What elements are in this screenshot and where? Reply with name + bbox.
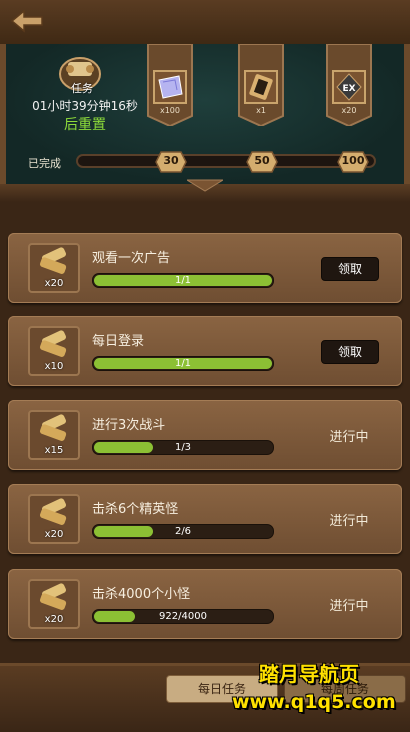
task-progress-bar: 1/1 bbox=[92, 356, 274, 371]
milestone-50: 50 bbox=[246, 150, 278, 174]
task-progress-text: 1/1 bbox=[174, 275, 192, 286]
task-reward-icon: x20 bbox=[28, 494, 80, 544]
reward-banner-50[interactable]: x1 bbox=[237, 44, 285, 126]
reward-count: x100 bbox=[159, 106, 180, 115]
task-progress-text: 1/3 bbox=[174, 442, 192, 453]
task-reward-icon: x20 bbox=[28, 243, 80, 293]
task-list[interactable]: x20 观看一次广告 1/1 领取 x10 每日登录 1/1 领取 x15 进行… bbox=[0, 205, 410, 663]
task-progress-text: 2/6 bbox=[174, 526, 192, 537]
back-button[interactable] bbox=[8, 6, 48, 36]
task-card: x10 每日登录 1/1 领取 bbox=[8, 316, 402, 386]
task-card: x20 击杀4000个小怪 922/4000 进行中 bbox=[8, 569, 402, 639]
back-arrow-icon bbox=[10, 9, 43, 33]
task-progress-bar: 1/3 bbox=[92, 440, 274, 455]
reward-count: x1 bbox=[256, 106, 266, 115]
in-progress-status: 进行中 bbox=[329, 514, 369, 529]
activity-progress-track bbox=[76, 154, 376, 168]
task-reward-count: x20 bbox=[44, 529, 64, 540]
task-progress-bar: 922/4000 bbox=[92, 609, 274, 624]
task-reward-icon: x20 bbox=[28, 579, 80, 629]
task-title: 击杀6个精英怪 bbox=[92, 502, 179, 517]
reward-count: x20 bbox=[341, 106, 357, 115]
in-progress-status: 进行中 bbox=[329, 430, 369, 445]
top-bar bbox=[0, 0, 410, 46]
task-reward-count: x20 bbox=[44, 614, 64, 625]
scroll-icon bbox=[249, 74, 273, 100]
task-card: x20 观看一次广告 1/1 领取 bbox=[8, 233, 402, 303]
reward-banner-100[interactable]: EX x20 bbox=[325, 44, 373, 126]
milestone-30: 30 bbox=[155, 150, 187, 174]
claim-button[interactable]: 领取 bbox=[321, 257, 379, 281]
reset-suffix: 后重置 bbox=[64, 117, 106, 133]
task-title: 击杀4000个小怪 bbox=[92, 587, 191, 602]
watermark-title: 踏月导航页 bbox=[259, 662, 359, 686]
task-progress-bar: 1/1 bbox=[92, 273, 274, 288]
header-frame-left bbox=[0, 44, 6, 184]
header-frame-right bbox=[404, 44, 410, 184]
reward-slot: EX bbox=[332, 70, 366, 104]
ex-badge-text: EX bbox=[342, 84, 355, 94]
task-title: 每日登录 bbox=[92, 334, 145, 349]
crystal-icon bbox=[158, 75, 183, 99]
task-reward-count: x15 bbox=[44, 445, 64, 456]
task-icon-label: 任务 bbox=[71, 82, 93, 95]
milestone-label: 100 bbox=[341, 154, 365, 167]
task-progress-text: 1/1 bbox=[174, 358, 192, 369]
in-progress-status: 进行中 bbox=[329, 599, 369, 614]
reward-banner-30[interactable]: x100 bbox=[146, 44, 194, 126]
ex-card-icon: EX bbox=[336, 73, 362, 101]
task-title: 进行3次战斗 bbox=[92, 418, 166, 433]
task-progress-text: 922/4000 bbox=[159, 611, 207, 622]
task-card: x20 击杀6个精英怪 2/6 进行中 bbox=[8, 484, 402, 554]
watermark-url: www.q1q5.com bbox=[232, 691, 396, 713]
milestone-label: 30 bbox=[163, 154, 179, 167]
reward-slot bbox=[244, 70, 278, 104]
task-reward-count: x20 bbox=[44, 278, 64, 289]
task-progress-bar: 2/6 bbox=[92, 524, 274, 539]
task-reward-icon: x10 bbox=[28, 326, 80, 376]
claim-button[interactable]: 领取 bbox=[321, 340, 379, 364]
task-reward-icon: x15 bbox=[28, 410, 80, 460]
milestone-label: 50 bbox=[254, 154, 270, 167]
reward-slot bbox=[153, 70, 187, 104]
milestone-100: 100 bbox=[337, 150, 369, 174]
task-card: x15 进行3次战斗 1/3 进行中 bbox=[8, 400, 402, 470]
completed-label: 已完成 bbox=[28, 157, 61, 170]
divider-ornament-icon bbox=[187, 179, 223, 192]
task-title: 观看一次广告 bbox=[92, 251, 171, 266]
task-reward-count: x10 bbox=[44, 361, 64, 372]
reset-timer: 01小时39分钟16秒 bbox=[32, 99, 138, 113]
